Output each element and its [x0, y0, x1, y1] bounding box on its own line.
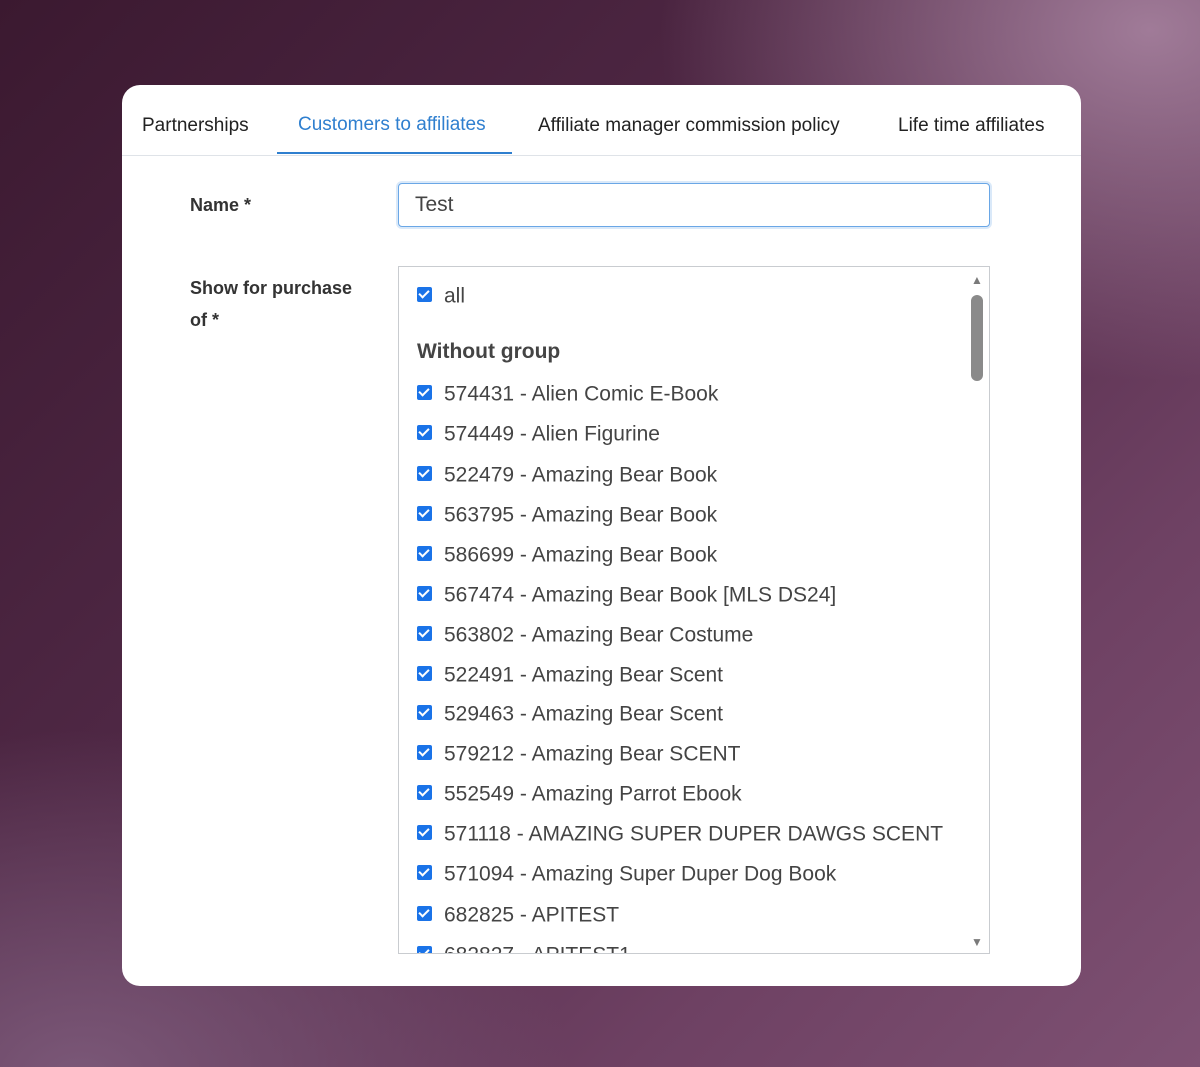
list-item[interactable]: 563802 - Amazing Bear Costume — [417, 620, 753, 650]
list-item[interactable]: 682827 - APITEST1 — [417, 940, 631, 953]
checkbox-checked-icon[interactable] — [417, 625, 432, 641]
list-item[interactable]: 579212 - Amazing Bear SCENT — [417, 739, 740, 769]
list-item[interactable]: 574449 - Alien Figurine — [417, 419, 660, 449]
settings-card: Partnerships Customers to affiliates Aff… — [122, 85, 1081, 986]
list-item[interactable]: 552549 - Amazing Parrot Ebook — [417, 779, 742, 809]
list-item[interactable]: 563795 - Amazing Bear Book — [417, 500, 717, 530]
option-label: 586699 - Amazing Bear Book — [444, 543, 718, 567]
checkbox-checked-icon[interactable] — [417, 545, 432, 561]
checkbox-checked-icon[interactable] — [417, 286, 432, 302]
tab-partnerships[interactable]: Partnerships — [142, 85, 249, 155]
product-multiselect[interactable]: ▲ ▼ all Without group 574431 - Alien Com… — [398, 266, 990, 954]
tab-life-time-affiliates[interactable]: Life time affiliates — [898, 85, 1044, 155]
list-item[interactable]: 522491 - Amazing Bear Scent — [417, 660, 723, 690]
option-all[interactable]: all — [417, 281, 465, 311]
checkbox-checked-icon[interactable] — [417, 824, 432, 840]
option-label: 682825 - APITEST — [444, 903, 620, 927]
checkbox-checked-icon[interactable] — [417, 465, 432, 481]
checkbox-checked-icon[interactable] — [417, 704, 432, 720]
option-label: 522491 - Amazing Bear Scent — [444, 663, 724, 687]
scroll-down-arrow-icon[interactable]: ▼ — [969, 935, 985, 949]
purchase-label: Show for purchase of * — [190, 272, 352, 336]
scroll-up-arrow-icon[interactable]: ▲ — [969, 273, 985, 287]
checkbox-checked-icon[interactable] — [417, 744, 432, 760]
group-title: Without group — [417, 340, 561, 363]
checkbox-checked-icon[interactable] — [417, 784, 432, 800]
checkbox-checked-icon[interactable] — [417, 585, 432, 601]
option-label: 574431 - Alien Comic E-Book — [444, 382, 719, 406]
option-label: 567474 - Amazing Bear Book [MLS DS24] — [444, 583, 837, 607]
checkbox-checked-icon[interactable] — [417, 864, 432, 880]
purchase-label-line1: Show for purchase — [190, 278, 353, 298]
list-item[interactable]: 571118 - AMAZING SUPER DUPER DAWGS SCENT — [417, 819, 943, 849]
option-label: 574449 - Alien Figurine — [444, 422, 660, 446]
option-label: 563802 - Amazing Bear Costume — [444, 623, 754, 647]
list-item[interactable]: 682825 - APITEST — [417, 900, 619, 930]
option-label: 529463 - Amazing Bear Scent — [444, 702, 724, 726]
scrollbar-thumb[interactable] — [971, 295, 983, 381]
option-label: 552549 - Amazing Parrot Ebook — [444, 782, 742, 806]
option-label: 571094 - Amazing Super Duper Dog Book — [444, 862, 837, 886]
purchase-label-line2: of * — [190, 310, 219, 330]
option-label: 579212 - Amazing Bear SCENT — [444, 742, 741, 766]
list-item[interactable]: 586699 - Amazing Bear Book — [417, 540, 717, 570]
tab-customers-to-affiliates[interactable]: Customers to affiliates — [298, 85, 486, 155]
option-label: 522479 - Amazing Bear Book — [444, 463, 718, 487]
name-input[interactable] — [398, 183, 990, 227]
tab-bar: Partnerships Customers to affiliates Aff… — [122, 85, 1081, 156]
list-item[interactable]: 522479 - Amazing Bear Book — [417, 460, 717, 490]
option-label: all — [444, 284, 466, 308]
option-label: 682827 - APITEST1 — [444, 943, 631, 953]
tab-affiliate-manager-commission-policy[interactable]: Affiliate manager commission policy — [538, 85, 840, 155]
checkbox-checked-icon[interactable] — [417, 384, 432, 400]
active-tab-indicator — [277, 152, 512, 154]
checkbox-checked-icon[interactable] — [417, 505, 432, 521]
checkbox-checked-icon[interactable] — [417, 945, 432, 953]
option-label: 563795 - Amazing Bear Book — [444, 503, 718, 527]
list-item[interactable]: 567474 - Amazing Bear Book [MLS DS24] — [417, 580, 836, 610]
option-label: 571118 - AMAZING SUPER DUPER DAWGS SCENT — [444, 822, 944, 846]
list-item[interactable]: 571094 - Amazing Super Duper Dog Book — [417, 859, 836, 889]
name-label: Name * — [190, 195, 252, 215]
list-item[interactable]: 529463 - Amazing Bear Scent — [417, 699, 723, 729]
checkbox-checked-icon[interactable] — [417, 905, 432, 921]
checkbox-checked-icon[interactable] — [417, 665, 432, 681]
checkbox-checked-icon[interactable] — [417, 424, 432, 440]
list-item[interactable]: 574431 - Alien Comic E-Book — [417, 379, 718, 409]
